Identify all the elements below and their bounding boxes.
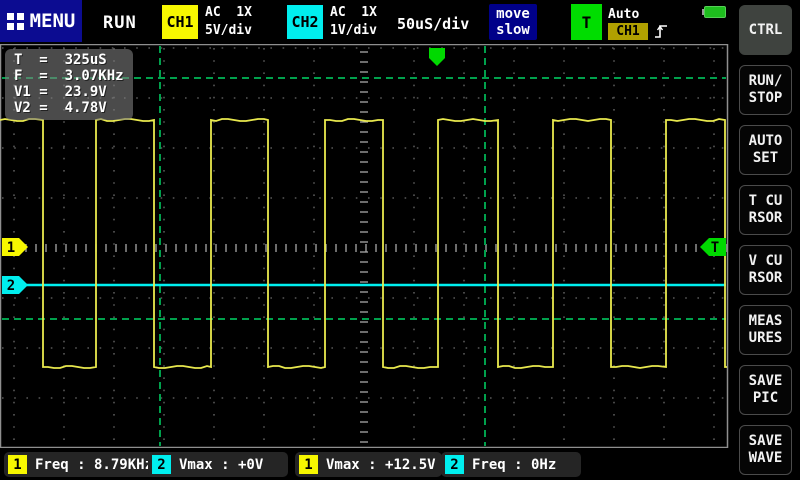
menu-label: MENU <box>30 10 76 32</box>
channel-badge: 2 <box>445 455 464 474</box>
sidebar-button-measures[interactable]: MEASURES <box>739 305 792 355</box>
sidebar-button-vcursor[interactable]: V CURSOR <box>739 245 792 295</box>
cursor-measure-box: T = 325uS F = 3.07KHz V1 = 23.9V V2 = 4.… <box>5 49 133 120</box>
sidebar-button-ctrl[interactable]: CTRL <box>739 5 792 55</box>
ch1-badge[interactable]: CH1 <box>162 5 198 39</box>
button-label: MEAS <box>749 313 783 330</box>
battery-icon <box>702 6 728 18</box>
button-label: STOP <box>749 90 783 107</box>
trigger-source-badge[interactable]: CH1 <box>608 23 648 40</box>
sidebar-button-runstop[interactable]: RUN/STOP <box>739 65 792 115</box>
sidebar-button-savepic[interactable]: SAVEPIC <box>739 365 792 415</box>
button-label: AUTO <box>749 133 783 150</box>
menu-button[interactable]: MENU <box>0 0 82 42</box>
sidebar-button-savewave[interactable]: SAVEWAVE <box>739 425 792 475</box>
measure-chip-label: Vmax : +0V <box>179 457 263 473</box>
measure-chip-label: Freq : 0Hz <box>472 457 556 473</box>
trigger-level-label: T <box>711 240 719 256</box>
measure-chip-label: Vmax : +12.5V <box>326 457 436 473</box>
button-label: URES <box>749 330 783 347</box>
trigger-badge[interactable]: T <box>571 4 602 40</box>
ch2-coupling-scale: AC 1X 1V/div <box>330 4 377 40</box>
trigger-position-arrow[interactable] <box>429 48 445 66</box>
sidebar-button-tcursor[interactable]: T CURSOR <box>739 185 792 235</box>
button-label: RSOR <box>749 270 783 287</box>
button-label: T CU <box>749 193 783 210</box>
measure-chip-label: Freq : 8.79KHz <box>35 457 153 473</box>
ch1-position-marker-label: 1 <box>7 240 15 256</box>
timebase-readout: 50uS/div <box>397 15 469 33</box>
move-slow-button[interactable]: move slow <box>489 4 537 40</box>
button-label: WAVE <box>749 450 783 467</box>
ch1-coupling-scale: AC 1X 5V/div <box>205 4 252 40</box>
ch2-position-marker-label: 2 <box>7 278 15 294</box>
button-label: PIC <box>753 390 778 407</box>
button-label: SAVE <box>749 373 783 390</box>
measure-chip-ch1: 1 Freq : 8.79KHz <box>4 452 159 477</box>
button-label: SAVE <box>749 433 783 450</box>
button-label: V CU <box>749 253 783 270</box>
measure-chip-ch2: 2 Vmax : +0V <box>148 452 288 477</box>
rising-edge-icon <box>654 23 669 40</box>
sidebar-button-autoset[interactable]: AUTOSET <box>739 125 792 175</box>
measure-chip-ch2: 2 Freq : 0Hz <box>441 452 581 477</box>
trigger-mode: Auto <box>608 7 639 22</box>
button-label: RSOR <box>749 210 783 227</box>
ch2-badge[interactable]: CH2 <box>287 5 323 39</box>
channel-badge: 2 <box>152 455 171 474</box>
channel-badge: 1 <box>8 455 27 474</box>
menu-grid-icon <box>7 13 24 30</box>
run-status: RUN <box>103 13 137 33</box>
button-label: RUN/ <box>749 73 783 90</box>
channel-badge: 1 <box>299 455 318 474</box>
measure-chip-ch1: 1 Vmax : +12.5V <box>295 452 442 477</box>
button-label: SET <box>753 150 778 167</box>
ch1-trace <box>0 119 727 368</box>
button-label: CTRL <box>749 22 783 39</box>
